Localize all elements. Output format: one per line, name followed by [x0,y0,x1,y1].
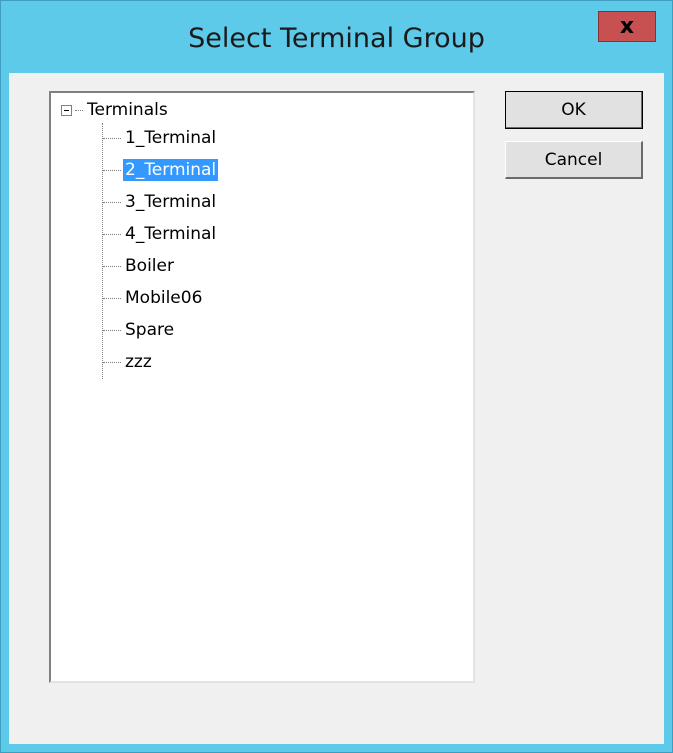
tree-connector [103,265,121,267]
cancel-button[interactable]: Cancel [505,141,643,179]
tree-connector [103,233,121,235]
dialog-window: Select Terminal Group x Terminals 1_Term… [0,0,673,753]
tree-item-label: Spare [125,320,175,340]
tree-root-node[interactable]: Terminals [61,97,170,123]
tree-item-1-terminal[interactable]: 1_Terminal [103,125,218,151]
close-icon: x [619,14,635,39]
window-title: Select Terminal Group [188,23,485,54]
tree-item-label: zzz [125,352,152,372]
tree-connector [75,109,83,111]
tree-connector [103,169,121,171]
ok-button[interactable]: OK [505,91,643,129]
tree-item-label: 1_Terminal [125,128,217,148]
tree-item-label: 3_Terminal [125,192,217,212]
tree-item-mobile06[interactable]: Mobile06 [103,285,204,311]
tree-root-label: Terminals [87,100,168,120]
tree-item-label: Mobile06 [125,288,203,308]
tree-connector [103,361,121,363]
close-button[interactable]: x [598,11,656,42]
tree-item-label: 4_Terminal [125,224,217,244]
tree-connector [103,297,121,299]
title-bar[interactable]: Select Terminal Group x [1,1,672,73]
collapse-icon[interactable] [61,104,72,116]
tree-item-4-terminal[interactable]: 4_Terminal [103,221,218,247]
tree-connector [103,329,121,331]
tree-item-3-terminal[interactable]: 3_Terminal [103,189,218,215]
terminal-tree-view[interactable]: Terminals 1_Terminal 2_Terminal 3_Termin… [49,91,475,683]
tree-item-spare[interactable]: Spare [103,317,176,343]
tree-item-label: 2_Terminal [123,159,219,181]
tree-item-label: Boiler [125,256,174,276]
tree-item-boiler[interactable]: Boiler [103,253,176,279]
tree-connector [103,137,121,139]
tree-item-2-terminal[interactable]: 2_Terminal [103,157,219,183]
tree-item-zzz[interactable]: zzz [103,349,154,375]
dialog-client-area: Terminals 1_Terminal 2_Terminal 3_Termin… [9,73,664,744]
tree-connector [103,201,121,203]
